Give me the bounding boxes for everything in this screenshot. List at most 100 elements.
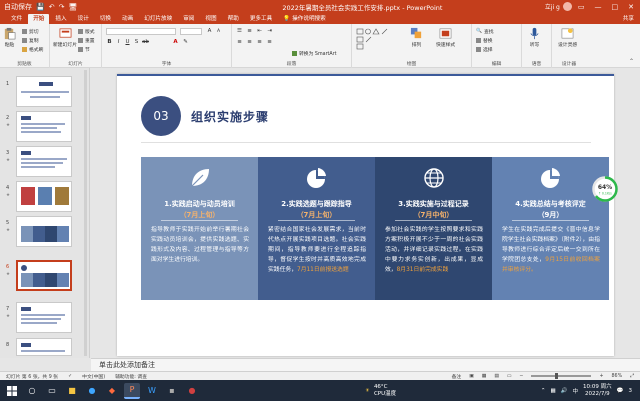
slide-thumbnail[interactable] — [16, 181, 72, 212]
language-indicator[interactable]: 中文(中国) — [82, 373, 105, 380]
copy-button[interactable]: 复制 — [22, 37, 39, 44]
font-name-combo[interactable] — [106, 28, 176, 35]
app-icon[interactable]: ▪ — [164, 383, 180, 399]
weather-widget[interactable]: ☀ 46°C CPU温度 — [365, 380, 396, 401]
edge-browser-icon[interactable]: ● — [84, 383, 100, 399]
paste-button[interactable]: 粘贴 — [3, 27, 16, 48]
notes-pane[interactable]: 单击此处添加备注 — [91, 358, 640, 371]
shadow-icon[interactable]: S — [133, 39, 140, 46]
network-speed-gauge[interactable]: 64% ↑ 0.1K/s — [592, 176, 618, 202]
app-icon[interactable]: ◆ — [104, 383, 120, 399]
cut-button[interactable]: 剪切 — [22, 28, 39, 35]
tray-chevron-icon[interactable]: ⌃ — [541, 388, 546, 394]
find-button[interactable]: 🔍 查找 — [476, 28, 494, 35]
slide-canvas[interactable]: 03 组织实施步骤 1.实践启动与动员培训 （7月上旬） 指导教师于实践开始前举… — [117, 74, 614, 356]
file-explorer-icon[interactable]: ■ — [64, 383, 80, 399]
slide-sorter-icon[interactable]: ▦ — [482, 374, 487, 379]
align-left-icon[interactable]: ≡ — [236, 39, 243, 46]
tab-more-tools[interactable]: 更多工具 — [245, 14, 277, 24]
slide-thumbnail[interactable] — [16, 111, 72, 142]
present-icon[interactable]: 🖥 — [68, 3, 77, 11]
quick-styles-button[interactable]: 快速样式 — [436, 27, 455, 48]
spellcheck-icon[interactable]: ✓ — [68, 374, 72, 379]
normal-view-icon[interactable]: ▣ — [469, 374, 474, 379]
windows-start-icon[interactable] — [4, 383, 20, 399]
zoom-in-icon[interactable]: + — [599, 374, 603, 379]
minimize-icon[interactable]: — — [595, 3, 602, 11]
maximize-icon[interactable]: □ — [612, 3, 619, 11]
zoom-out-icon[interactable]: − — [519, 374, 523, 379]
replace-button[interactable]: 替换 — [476, 37, 493, 44]
user-account[interactable]: 立ji g — [545, 2, 572, 11]
input-language[interactable]: 中 — [573, 387, 579, 395]
close-icon[interactable]: ✕ — [628, 3, 634, 11]
numbering-icon[interactable]: ≡ — [246, 28, 253, 35]
undo-icon[interactable]: ↶ — [49, 3, 55, 11]
tab-design[interactable]: 设计 — [73, 14, 94, 24]
arrange-button[interactable]: 排列 — [410, 27, 423, 48]
layout-button[interactable]: 版式 — [78, 28, 95, 35]
tab-home[interactable]: 开始 — [28, 14, 50, 24]
tell-me-search[interactable]: 💡 操作说明搜索 — [278, 14, 331, 24]
underline-icon[interactable]: U — [124, 39, 131, 46]
powerpoint-taskbar-icon[interactable]: P — [124, 382, 140, 399]
bold-icon[interactable]: B — [106, 39, 113, 46]
justify-icon[interactable]: ≡ — [266, 39, 273, 46]
tab-slideshow[interactable]: 幻灯片放映 — [139, 14, 177, 24]
italic-icon[interactable]: I — [115, 39, 122, 46]
reset-button[interactable]: 重置 — [78, 37, 95, 44]
redo-icon[interactable]: ↷ — [59, 3, 65, 11]
slideshow-icon[interactable]: ▭ — [507, 374, 512, 379]
network-icon[interactable]: ▦ — [550, 388, 555, 394]
font-size-combo[interactable] — [180, 28, 202, 35]
ribbon-display-icon[interactable]: ▭ — [578, 3, 585, 11]
tab-transitions[interactable]: 切换 — [95, 14, 116, 24]
step-card-2[interactable]: 2.实践选题与跟踪指导 （7月上旬） 紧密结合国家社会发展需求，当前时代热点开展… — [258, 157, 375, 300]
tab-help[interactable]: 帮助 — [223, 14, 244, 24]
zoom-level[interactable]: 86% — [611, 374, 622, 379]
slide-thumbnail[interactable] — [16, 302, 72, 333]
section-button[interactable]: 节 — [78, 46, 90, 53]
tab-animations[interactable]: 动画 — [117, 14, 138, 24]
save-icon[interactable]: 💾 — [36, 3, 45, 11]
highlight-icon[interactable]: ✎ — [182, 39, 189, 46]
zoom-knob[interactable] — [555, 373, 559, 379]
notification-icon[interactable]: 💬 — [617, 388, 624, 394]
accessibility-status[interactable]: 辅助功能: 调查 — [115, 373, 147, 380]
zoom-slider[interactable] — [531, 373, 592, 379]
notes-toggle-button[interactable]: 备注 — [452, 373, 462, 380]
slide-thumbnail[interactable] — [16, 216, 72, 247]
reading-view-icon[interactable]: ▤ — [494, 374, 499, 379]
volume-icon[interactable]: 🔊 — [561, 388, 568, 394]
strikethrough-icon[interactable]: ab — [142, 39, 149, 46]
convert-smartart-button[interactable]: 转换为 SmartArt — [292, 50, 337, 57]
avatar[interactable] — [562, 2, 572, 11]
grow-font-icon[interactable]: A — [206, 28, 213, 35]
align-center-icon[interactable]: ≡ — [246, 39, 253, 46]
tab-view[interactable]: 视图 — [200, 14, 221, 24]
tab-insert[interactable]: 插入 — [50, 14, 71, 24]
select-button[interactable]: 选择 — [476, 46, 493, 53]
fit-to-window-icon[interactable]: ⤢ — [630, 373, 634, 379]
slide-thumbnail[interactable] — [16, 338, 72, 356]
format-painter-button[interactable]: 格式刷 — [22, 46, 43, 53]
tab-review[interactable]: 审阅 — [178, 14, 199, 24]
slide-thumbnail-selected[interactable] — [16, 260, 72, 291]
word-taskbar-icon[interactable]: W — [144, 383, 160, 399]
autosave-label[interactable]: 自动保存 — [4, 2, 32, 12]
step-card-3[interactable]: 3.实践实施与过程记录 （7月中旬） 参加社会实践的学生按照要求和实践方案积极开… — [375, 157, 492, 300]
task-view-icon[interactable]: ▭ — [44, 383, 60, 399]
slide-thumbnail[interactable] — [16, 146, 72, 177]
shrink-font-icon[interactable]: A — [215, 28, 222, 35]
shapes-gallery-icon[interactable] — [356, 28, 406, 50]
clock[interactable]: 10:09 周六 2022/7/9 — [583, 384, 612, 398]
search-icon[interactable]: ○ — [24, 383, 40, 399]
font-color-icon[interactable]: A — [172, 39, 179, 46]
tab-file[interactable]: 文件 — [6, 14, 27, 24]
align-right-icon[interactable]: ≡ — [256, 39, 263, 46]
share-button[interactable]: 共享 — [623, 14, 634, 24]
decrease-indent-icon[interactable]: ⇤ — [256, 28, 263, 35]
thumbnail-scrollbar[interactable] — [84, 70, 87, 356]
increase-indent-icon[interactable]: ⇥ — [266, 28, 273, 35]
slide-thumbnail[interactable] — [16, 76, 72, 107]
